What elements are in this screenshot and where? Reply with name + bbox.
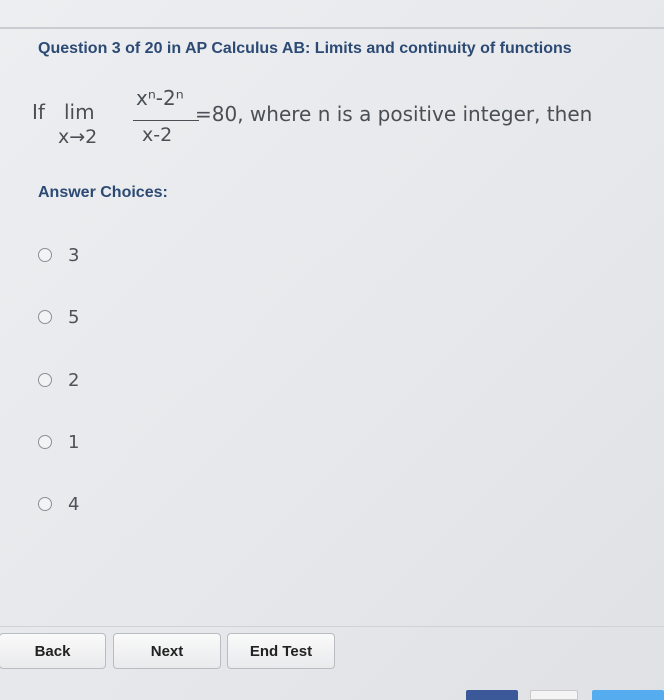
fraction-denominator: x-2	[142, 124, 173, 146]
limit-subscript: x→2	[58, 126, 98, 148]
answer-choice[interactable]: 4	[38, 492, 79, 516]
radio-button[interactable]	[38, 435, 52, 449]
facebook-like-button[interactable]	[466, 690, 518, 700]
fraction-bar	[133, 120, 199, 121]
radio-button[interactable]	[38, 497, 52, 511]
answer-choices-label: Answer Choices:	[38, 184, 168, 201]
radio-button[interactable]	[38, 373, 52, 387]
tweet-button[interactable]	[592, 690, 664, 700]
next-button[interactable]: Next	[113, 633, 221, 669]
answer-choice[interactable]: 5	[38, 305, 79, 329]
choice-label: 1	[68, 431, 80, 453]
radio-button[interactable]	[38, 248, 52, 262]
question-prefix: If	[32, 100, 45, 124]
end-test-button[interactable]: End Test	[227, 633, 335, 669]
answer-choice[interactable]: 1	[38, 430, 79, 454]
radio-button[interactable]	[38, 310, 52, 324]
choice-label: 5	[68, 306, 80, 328]
back-button[interactable]: Back	[0, 633, 106, 669]
fraction-numerator: xⁿ-2ⁿ	[136, 86, 184, 110]
question-title: Question 3 of 20 in AP Calculus AB: Limi…	[38, 40, 572, 57]
answer-choice[interactable]: 2	[38, 368, 79, 392]
choice-label: 4	[68, 493, 80, 515]
question-suffix: =80, where n is a positive integer, then	[195, 102, 593, 126]
choice-label: 3	[68, 244, 80, 266]
top-divider	[0, 27, 664, 29]
choice-label: 2	[68, 369, 80, 391]
answer-choice[interactable]: 3	[38, 243, 79, 267]
limit-operator: lim	[64, 100, 95, 124]
like-count-badge	[530, 690, 578, 700]
footer-divider	[0, 626, 664, 627]
question-text: If lim x→2 xⁿ-2ⁿ x-2 =80, where n is a p…	[32, 86, 632, 156]
